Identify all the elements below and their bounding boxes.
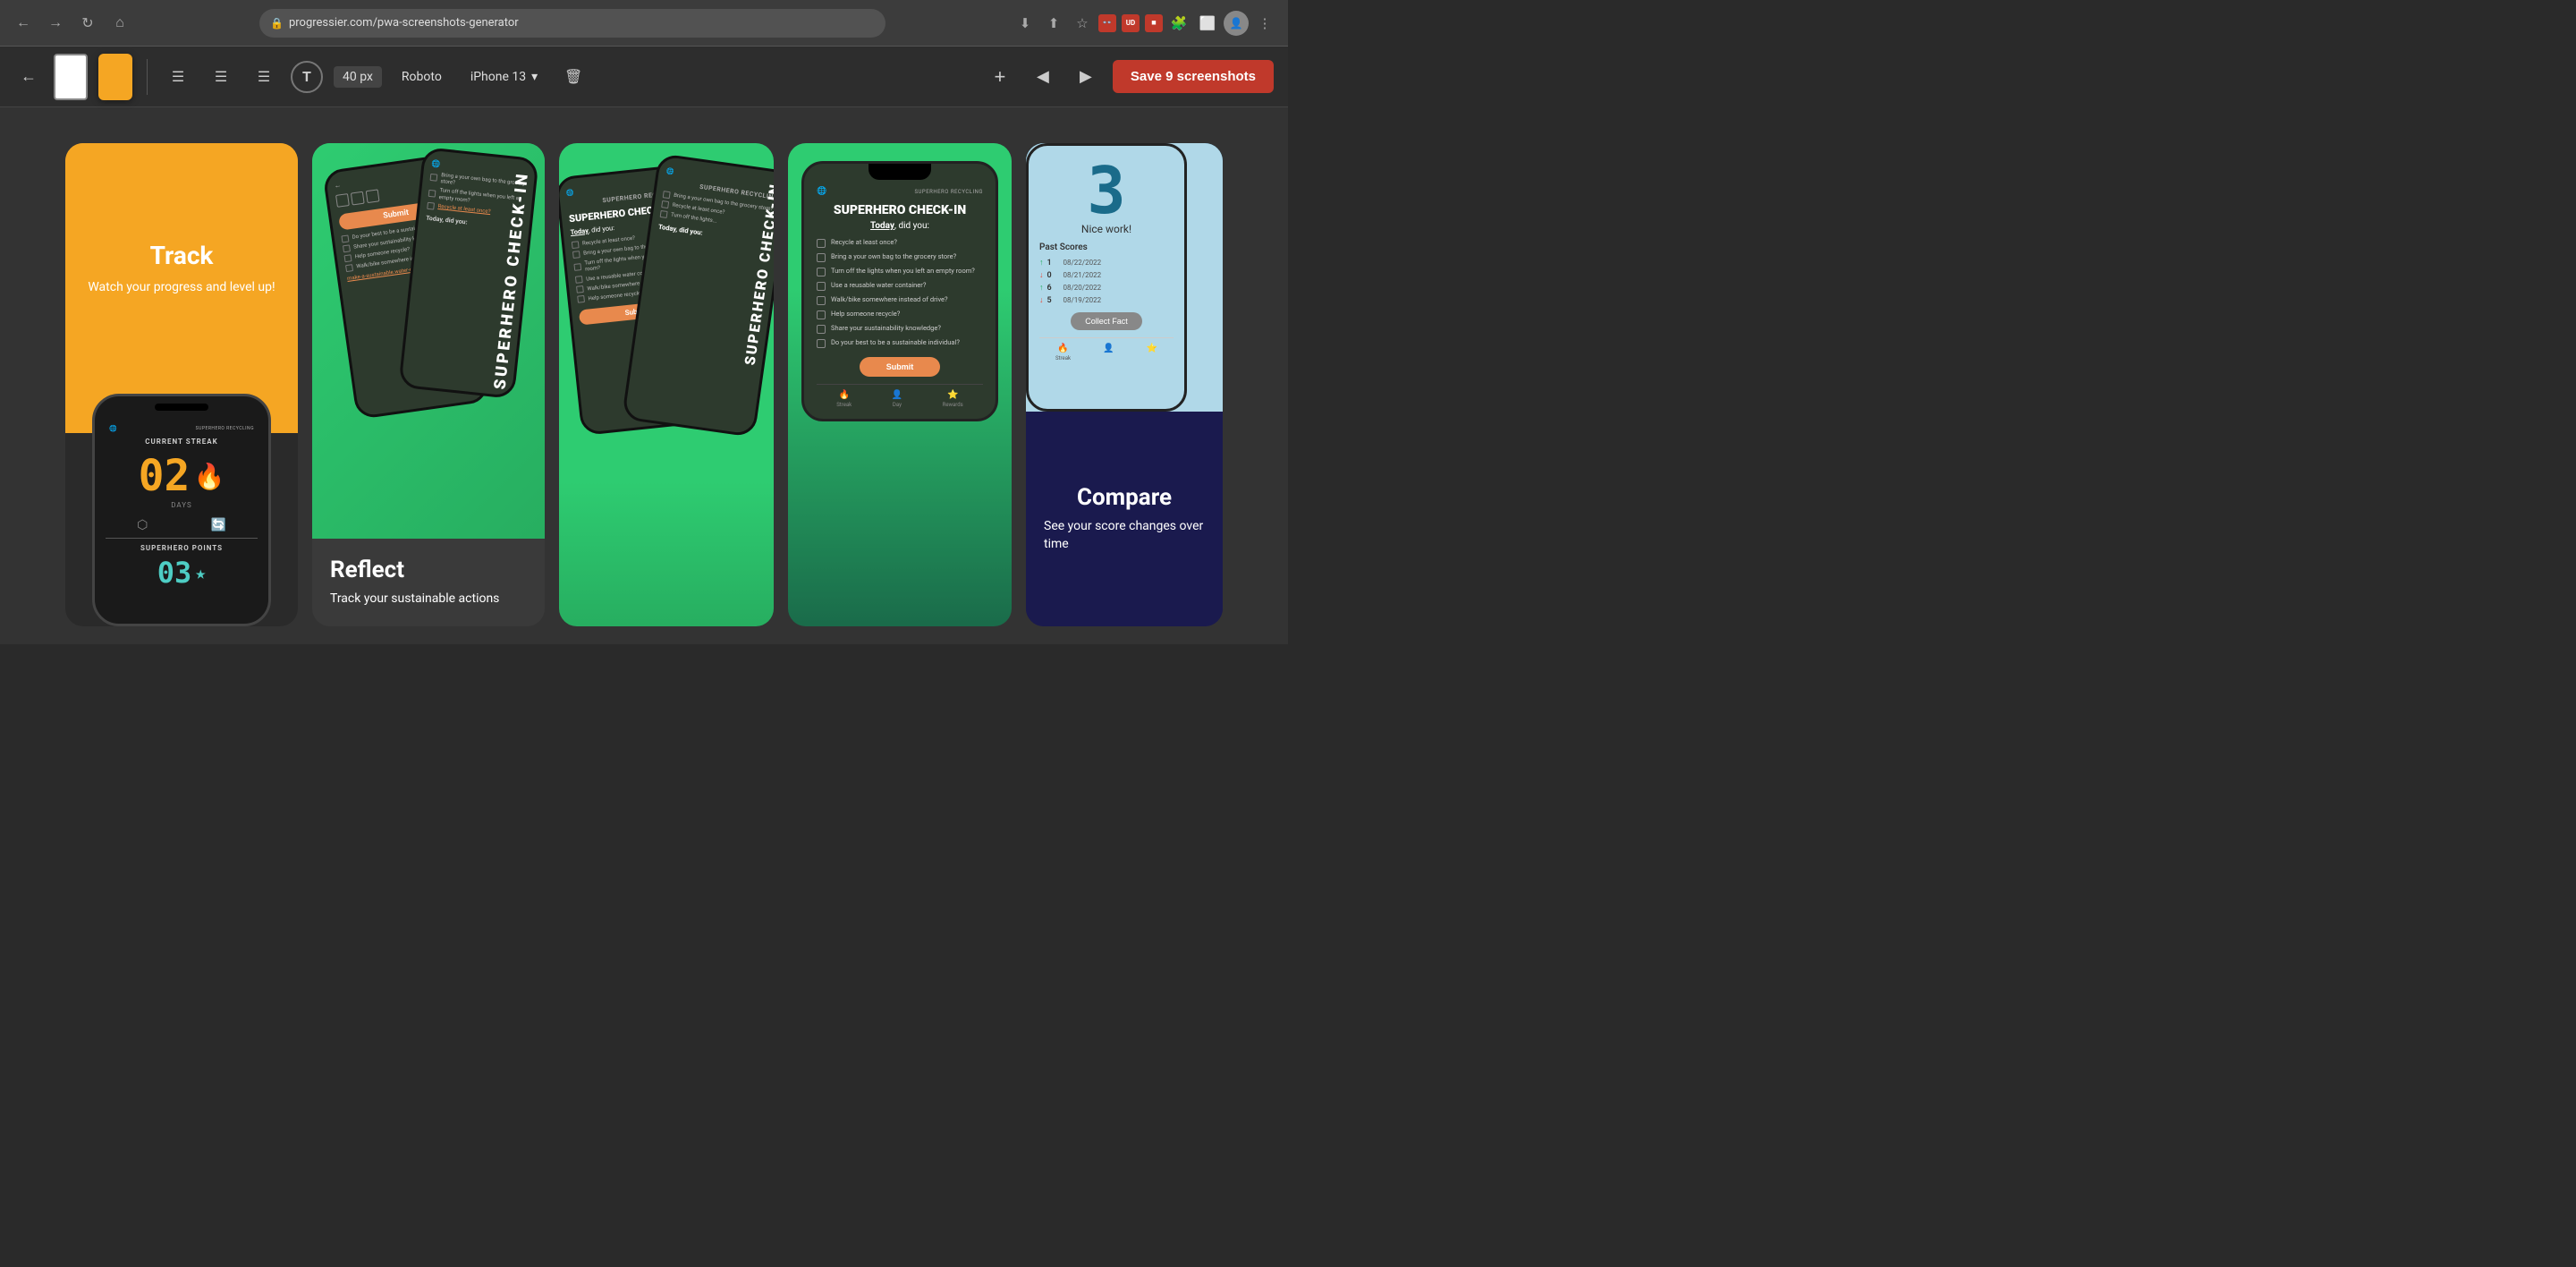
thumbnail-white[interactable] <box>54 54 88 100</box>
checklist-item-1: Recycle at least once? <box>817 238 983 248</box>
checklist-item-2: Bring a your own bag to the grocery stor… <box>817 252 983 262</box>
checkin-title: SUPERHERO CHECK-IN <box>817 203 983 217</box>
streak-label: CURRENT STREAK <box>106 438 258 446</box>
device-name-label: iPhone 13 <box>470 70 526 84</box>
add-slide-button[interactable]: + <box>984 61 1016 93</box>
phone-notch-4 <box>869 164 931 180</box>
chevron-down-icon: ▾ <box>531 70 538 84</box>
main-content: Track Watch your progress and level up! … <box>0 107 1288 644</box>
rotated-phone-right: SUPERHERO CHECK-IN 🌐 Bring a your own ba… <box>398 147 539 399</box>
screenshot-card-compare: 3 Nice work! Past Scores ↑ 1 08/22/2022 … <box>1026 143 1223 626</box>
checklist-item-4: Use a reusable water container? <box>817 281 983 291</box>
past-scores-title: Past Scores <box>1039 242 1174 252</box>
menu-lines-icon[interactable]: ☰ <box>205 61 237 93</box>
score-row-1: ↑ 1 08/22/2022 <box>1039 258 1174 268</box>
collect-fact-button[interactable]: Collect Fact <box>1071 312 1142 330</box>
points-label: SUPERHERO POINTS <box>106 544 258 552</box>
card-track-top: Track Watch your progress and level up! <box>65 143 298 385</box>
lock-icon: 🔒 <box>270 17 284 30</box>
score-row-4: ↓ 5 08/19/2022 <box>1039 295 1174 305</box>
card-compare-bottom: Compare See your score changes over time <box>1026 412 1223 626</box>
checklist-item-6: Help someone recycle? <box>817 310 983 319</box>
next-slide-button[interactable]: ▶ <box>1070 61 1102 93</box>
puzzle-icon[interactable]: 🧩 <box>1166 11 1191 36</box>
card-compare-subtitle: See your score changes over time <box>1044 518 1205 553</box>
extension-red-icon: UD <box>1122 14 1140 32</box>
bookmark-icon[interactable]: ☆ <box>1070 11 1095 36</box>
prev-slide-button[interactable]: ◀ <box>1027 61 1059 93</box>
divider <box>106 538 258 539</box>
arrow-up-icon: ↑ <box>1039 258 1044 268</box>
checklist-item-3: Turn off the lights when you left an emp… <box>817 267 983 276</box>
arrow-down-icon: ↓ <box>1039 270 1044 280</box>
font-name-display[interactable]: Roboto <box>393 66 451 88</box>
phone-mockup-track: 🌐 SUPERHERO RECYCLING CURRENT STREAK 02 … <box>92 394 271 626</box>
extension-glasses-icon: 👓 <box>1098 14 1116 32</box>
arrow-up-icon-2: ↑ <box>1039 283 1044 293</box>
address-bar[interactable]: 🔒 progressier.com/pwa-screenshots-genera… <box>259 9 886 38</box>
hamburger-lines-icon[interactable]: ☰ <box>162 61 194 93</box>
score-phone: 3 Nice work! Past Scores ↑ 1 08/22/2022 … <box>1026 143 1187 412</box>
card-compare-title: Compare <box>1077 484 1172 511</box>
browser-actions: ⬇ ⬆ ☆ 👓 UD ■ 🧩 ⬜ 👤 ⋮ <box>1013 11 1277 36</box>
align-lines-icon[interactable]: ☰ <box>248 61 280 93</box>
toolbar-separator <box>147 59 148 95</box>
window-icon[interactable]: ⬜ <box>1195 11 1220 36</box>
card-reflect-title: Reflect <box>330 557 527 583</box>
share-icon[interactable]: ⬆ <box>1041 11 1066 36</box>
save-screenshots-button[interactable]: Save 9 screenshots <box>1113 60 1274 93</box>
checklist-phone: 🌐 SUPERHERO RECYCLING SUPERHERO CHECK-IN… <box>801 161 998 421</box>
phone-content-track: 🌐 SUPERHERO RECYCLING CURRENT STREAK 02 … <box>106 423 258 590</box>
checklist-item-8: Do your best to be a sustainable individ… <box>817 338 983 348</box>
checkin-subtitle: Today, did you: <box>817 221 983 231</box>
checklist-item-5: Walk/bike somewhere instead of drive? <box>817 295 983 305</box>
thumbnail-orange[interactable] <box>98 54 132 100</box>
checklist-item-7: Share your sustainability knowledge? <box>817 324 983 334</box>
card-reflect-subtitle: Track your sustainable actions <box>330 591 527 608</box>
trash-icon[interactable]: 🗑 <box>557 61 589 93</box>
star-icon: ★ <box>195 562 206 583</box>
nav-refresh-button[interactable]: ↻ <box>75 11 100 36</box>
phone-bottom-nav: 🔥Streak 👤Day ⭐Rewards <box>817 384 983 408</box>
toolbar-back-button[interactable]: ← <box>14 63 43 91</box>
device-selector[interactable]: iPhone 13 ▾ <box>462 66 547 88</box>
nav-home-button[interactable]: ⌂ <box>107 11 132 36</box>
score-bottom-nav: 🔥Streak 👤 ⭐ <box>1039 337 1174 361</box>
card-reflect-text: Reflect Track your sustainable actions <box>312 539 545 626</box>
url-text: progressier.com/pwa-screenshots-generato… <box>289 16 519 30</box>
score-row-2: ↓ 0 08/21/2022 <box>1039 270 1174 280</box>
download-icon[interactable]: ⬇ <box>1013 11 1038 36</box>
nav-back-button[interactable]: ← <box>11 11 36 36</box>
streak-number: 02 🔥 <box>106 451 258 501</box>
flame-icon: 🔥 <box>193 462 225 491</box>
nav-forward-button[interactable]: → <box>43 11 68 36</box>
browser-chrome: ← → ↻ ⌂ 🔒 progressier.com/pwa-screenshot… <box>0 0 1288 47</box>
nice-work-text: Nice work! <box>1039 223 1174 235</box>
phone-notch <box>155 404 208 411</box>
menu-icon[interactable]: ⋮ <box>1252 11 1277 36</box>
submit-button-phone[interactable]: Submit <box>860 357 941 377</box>
screenshot-card-reflect: ← ✕ Submit Do your best to be a sustaina… <box>312 143 545 626</box>
card-track-title: Track <box>150 241 214 270</box>
days-label: DAYS <box>106 501 258 509</box>
screenshot-card-checkin-rotated: 🌐 SUPERHERO RECYCLING SUPERHERO CHECK-IN… <box>559 143 774 626</box>
score-big-number: 3 <box>1039 158 1174 223</box>
card3-phones-area: 🌐 SUPERHERO RECYCLING SUPERHERO CHECK-IN… <box>559 152 774 474</box>
screenshot-card-checkin-upright: 🌐 SUPERHERO RECYCLING SUPERHERO CHECK-IN… <box>788 143 1012 626</box>
text-style-button[interactable]: T <box>291 61 323 93</box>
extension-red2-icon: ■ <box>1145 14 1163 32</box>
screenshot-card-track: Track Watch your progress and level up! … <box>65 143 298 626</box>
card-track-subtitle: Watch your progress and level up! <box>88 279 275 297</box>
profile-avatar[interactable]: 👤 <box>1224 11 1249 36</box>
score-row-3: ↑ 6 08/20/2022 <box>1039 283 1174 293</box>
font-size-display[interactable]: 40 px <box>334 66 382 88</box>
toolbar: ← ☰ ☰ ☰ T 40 px Roboto iPhone 13 ▾ 🗑 + ◀… <box>0 47 1288 107</box>
arrow-down-icon-2: ↓ <box>1039 295 1044 305</box>
points-number: 03 ★ <box>106 556 258 590</box>
